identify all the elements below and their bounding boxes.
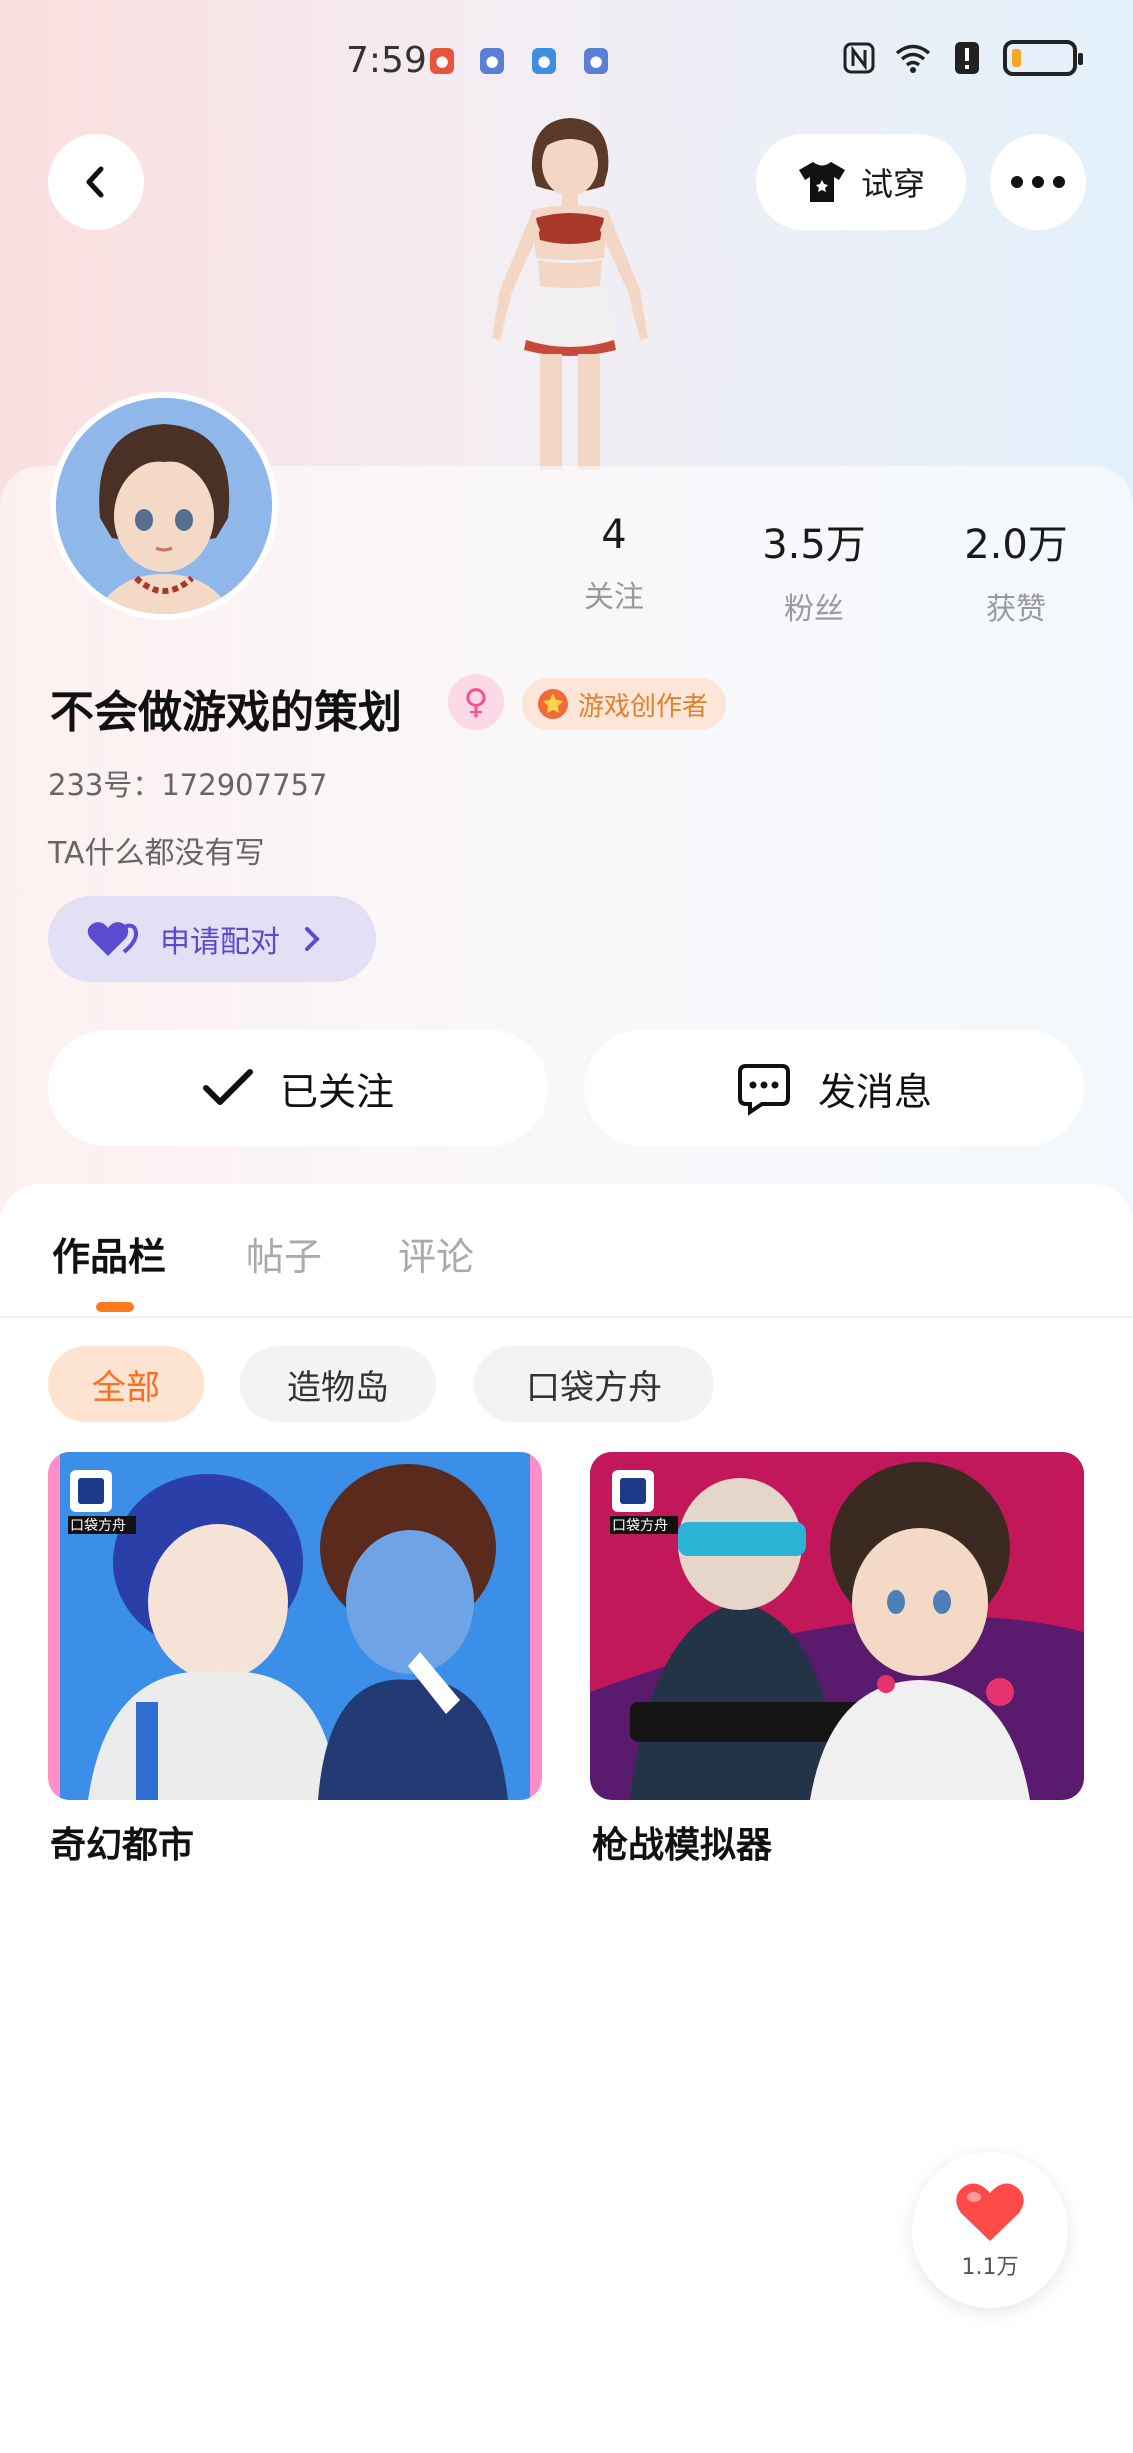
- app-notification-icon: ●: [532, 48, 556, 74]
- uid-label: 233号：: [48, 768, 162, 802]
- like-count: 1.1万: [961, 2255, 1019, 2280]
- game-thumbnail-image: 口袋方舟: [48, 1452, 542, 1800]
- filter-creation-island[interactable]: 造物岛: [240, 1346, 436, 1422]
- game-card-thumbnail[interactable]: 口袋方舟: [590, 1452, 1084, 1800]
- game-card-thumbnail[interactable]: 口袋方舟: [48, 1452, 542, 1800]
- match-label: 申请配对: [160, 925, 280, 960]
- tab-posts[interactable]: 帖子: [246, 1226, 322, 1281]
- try-on-label: 试穿: [860, 165, 925, 203]
- stat-likes[interactable]: 2.0万 获赞: [936, 512, 1096, 628]
- user-id: 233号：172907757: [48, 762, 327, 804]
- following-label: 已关注: [279, 1069, 394, 1114]
- wifi-icon: [895, 44, 931, 73]
- more-horizontal-icon: [1011, 176, 1065, 188]
- more-button[interactable]: [990, 134, 1086, 230]
- app-notification-icon: ●: [480, 48, 504, 74]
- status-bar: 7:59 ● ● ● ●: [0, 0, 1133, 120]
- chevron-right-icon: [305, 927, 320, 951]
- chevron-left-icon: [86, 166, 104, 198]
- following-button[interactable]: 已关注: [48, 1030, 548, 1146]
- stat-label: 关注: [584, 580, 644, 615]
- hearts-icon: [87, 922, 138, 956]
- bio: TA什么都没有写: [48, 836, 265, 871]
- game-title[interactable]: 奇幻都市: [50, 1816, 194, 1868]
- chat-bubble-icon: [737, 1064, 790, 1116]
- alert-icon: [955, 42, 979, 74]
- game-thumbnail-image: 口袋方舟: [590, 1452, 1084, 1800]
- back-button[interactable]: [48, 134, 144, 230]
- stat-value: 4: [601, 512, 627, 558]
- avatar-image: [56, 398, 272, 614]
- game-logo-text: 口袋方舟: [612, 1518, 668, 1534]
- app-notification-icon: ●: [430, 48, 454, 74]
- filter-pocket-ark[interactable]: 口袋方舟: [474, 1346, 714, 1422]
- username: 不会做游戏的策划: [50, 687, 402, 738]
- stat-following[interactable]: 4 关注: [534, 512, 694, 616]
- tab-indicator: [96, 1302, 134, 1312]
- try-on-button[interactable]: 试穿: [756, 134, 966, 230]
- match-request-button[interactable]: 申请配对: [48, 896, 376, 982]
- status-time: 7:59: [346, 40, 427, 81]
- female-icon: ♀: [448, 674, 504, 730]
- game-logo-text: 口袋方舟: [70, 1518, 126, 1534]
- message-label: 发消息: [817, 1069, 932, 1114]
- star-badge-icon: [538, 689, 568, 719]
- like-button[interactable]: 1.1万: [912, 2152, 1068, 2308]
- tshirt-icon: [798, 162, 845, 202]
- nfc-icon: [843, 42, 875, 74]
- divider: [0, 1316, 1133, 1318]
- stat-label: 获赞: [986, 592, 1046, 627]
- app-notification-icon: ●: [584, 48, 608, 74]
- tab-comments[interactable]: 评论: [398, 1226, 474, 1281]
- avatar[interactable]: [50, 392, 278, 620]
- battery-icon: [1003, 40, 1083, 76]
- uid-value: 172907757: [161, 768, 328, 802]
- message-button[interactable]: 发消息: [584, 1030, 1084, 1146]
- heart-icon: [956, 2183, 1024, 2241]
- stat-value: 3.5万: [762, 522, 866, 568]
- badge-label: 游戏创作者: [578, 691, 709, 722]
- check-icon: [202, 1069, 253, 1105]
- creator-badge[interactable]: 游戏创作者: [522, 678, 727, 730]
- stat-followers[interactable]: 3.5万 粉丝: [734, 512, 894, 628]
- battery-level: [1012, 49, 1021, 67]
- tab-works[interactable]: 作品栏: [52, 1226, 166, 1281]
- stat-value: 2.0万: [964, 522, 1068, 568]
- stat-label: 粉丝: [784, 592, 844, 627]
- game-title[interactable]: 枪战模拟器: [592, 1816, 772, 1868]
- filter-all[interactable]: 全部: [48, 1346, 204, 1422]
- character-model[interactable]: [440, 110, 700, 470]
